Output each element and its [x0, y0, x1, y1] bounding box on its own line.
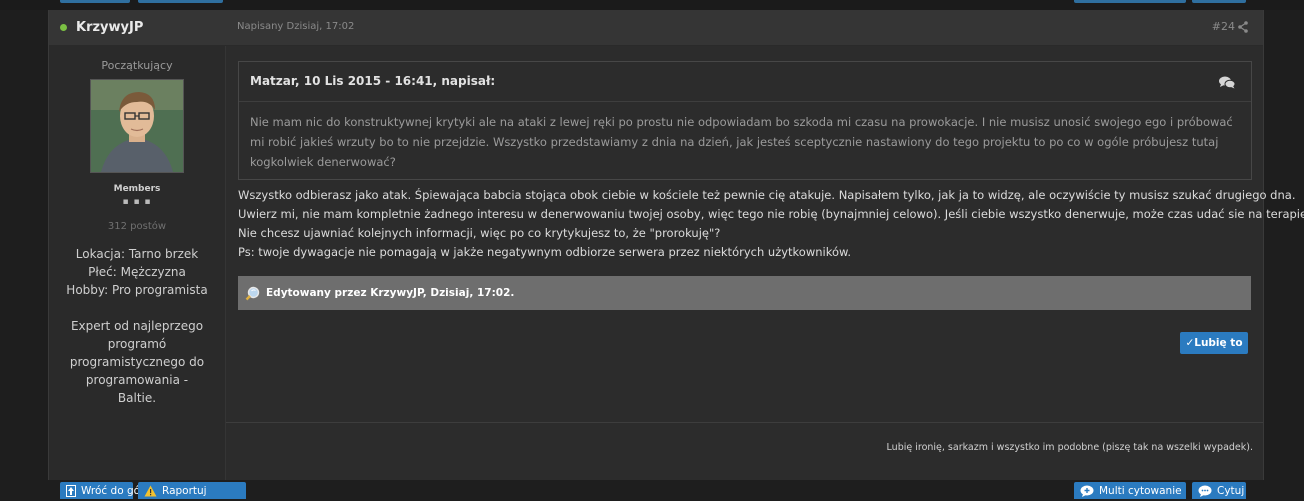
previous-post-button-edge[interactable] — [60, 0, 130, 3]
quote-button[interactable]: Cytuj — [1192, 482, 1246, 499]
back-to-top-button[interactable]: Wróć do góry — [60, 482, 151, 499]
online-status-dot — [60, 24, 67, 31]
post-date: Napisany Dzisiaj, 17:02 — [237, 21, 355, 32]
share-icon[interactable] — [1238, 21, 1248, 33]
quote-bubbles-icon[interactable] — [1219, 76, 1235, 89]
profile-fields: Lokacja: Tarno brzek Płeć: Mężczyzna Hob… — [49, 245, 225, 299]
warning-icon — [144, 485, 157, 497]
multi-quote-label: Multi cytowanie — [1099, 485, 1182, 497]
arrow-up-icon — [66, 485, 76, 497]
avatar[interactable] — [90, 79, 184, 173]
post-number-link[interactable]: #24 — [1212, 20, 1235, 33]
edit-notice: Edytowany przez KrzywyJP, Dzisiaj, 17:02… — [238, 276, 1251, 310]
quote-text: Nie mam nic do konstruktywnej krytyki al… — [250, 115, 1233, 169]
edit-notice-text: Edytowany przez KrzywyJP, Dzisiaj, 17:02… — [266, 287, 515, 299]
multi-quote-button[interactable]: Multi cytowanie — [1074, 482, 1186, 499]
quote-citation: Matzar, 10 Lis 2015 - 16:41, napisał: — [250, 74, 496, 88]
post-controls: Wróć do góry Raportuj Multi cytowanie Cy… — [0, 480, 1304, 499]
user-bio: Expert od najleprzego programó programis… — [69, 319, 205, 405]
user-group: Members — [113, 184, 161, 194]
signature: Lubię ironię, sarkazm i wszystko im podo… — [886, 442, 1253, 453]
report-button[interactable]: Raportuj — [138, 482, 246, 499]
quote-block: Matzar, 10 Lis 2015 - 16:41, napisał: Ni… — [238, 61, 1252, 180]
like-button[interactable]: ✓Lubię to — [1180, 332, 1248, 354]
rank-pips: ▪ ▪ ▪ — [122, 197, 152, 207]
post-body: Wszystko odbierasz jako atak. Śpiewająca… — [238, 186, 1304, 262]
author-name-link[interactable]: KrzywyJP — [76, 20, 143, 35]
post-body-line: Uwierz mi, nie mam kompletnie żadnego in… — [238, 207, 1304, 221]
top-strip — [0, 0, 1304, 10]
post-count: 312 postów — [107, 221, 167, 232]
previous-post-button-edge[interactable] — [138, 0, 223, 3]
post-header: KrzywyJP Napisany Dzisiaj, 17:02 #24 — [49, 10, 1263, 46]
previous-post-button-edge[interactable] — [1192, 0, 1246, 3]
gender-field: Płeć: Mężczyzna — [88, 265, 186, 279]
quote-label: Cytuj — [1217, 485, 1245, 497]
edit-magnifier-icon — [245, 286, 260, 301]
post-content: Matzar, 10 Lis 2015 - 16:41, napisał: Ni… — [226, 46, 1304, 480]
post-body-line: Wszystko odbierasz jako atak. Śpiewająca… — [238, 188, 1296, 202]
location-field: Lokacja: Tarno brzek — [75, 247, 199, 261]
quote-header: Matzar, 10 Lis 2015 - 16:41, napisał: — [239, 62, 1251, 102]
signature-divider — [226, 422, 1263, 423]
forum-post: KrzywyJP Napisany Dzisiaj, 17:02 #24 Poc… — [48, 10, 1304, 480]
report-label: Raportuj — [162, 485, 207, 497]
post-body-line: Nie chcesz ujawniać kolejnych informacji… — [238, 226, 721, 240]
multi-quote-icon — [1080, 485, 1094, 497]
quote-icon — [1198, 485, 1212, 497]
author-panel: Początkujący Members ▪ ▪ ▪ 312 postów Lo… — [49, 46, 226, 480]
previous-post-button-edge[interactable] — [1074, 0, 1186, 3]
hobby-field: Hobby: Pro programista — [66, 283, 208, 297]
post-body-line: Ps: twoje dywagacje nie pomagają w jakże… — [238, 245, 852, 259]
user-rank: Początkujący — [101, 59, 173, 72]
